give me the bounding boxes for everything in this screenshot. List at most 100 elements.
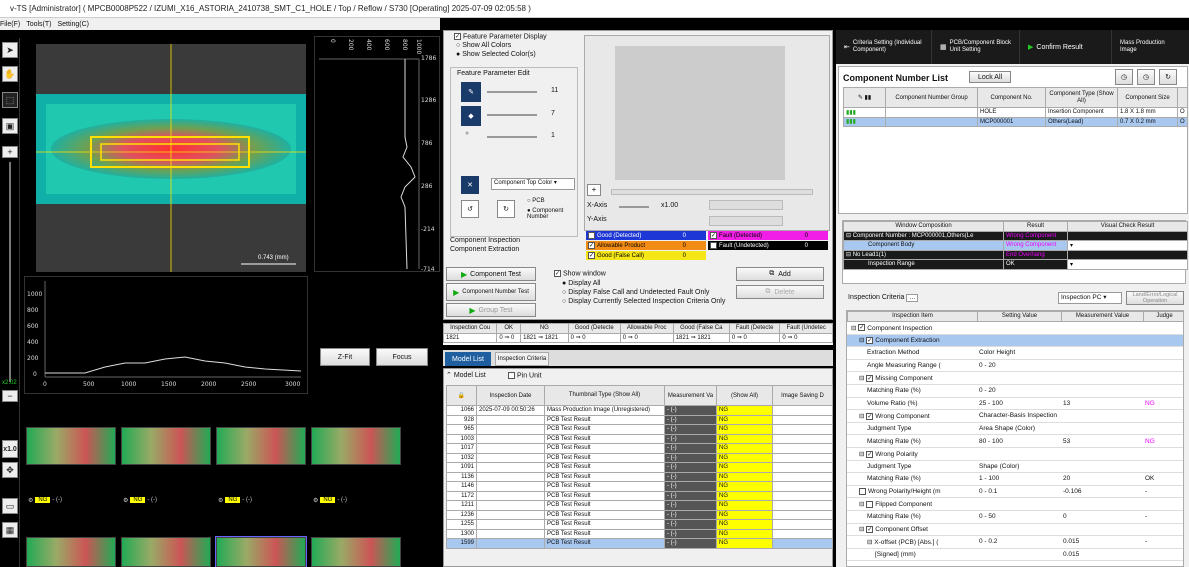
pointer-icon[interactable]: ➤ [2,42,18,58]
col-image-saving[interactable]: Image Saving D [772,385,833,406]
zoom-out-icon[interactable]: − [2,390,18,402]
criteria-row[interactable]: ⊟ ✓ Wrong Component Character-Basis Inspec… [847,409,1183,423]
eraser-icon[interactable]: ◆ [461,106,481,126]
criteria-row[interactable]: ⊟ X-offset (PCB) [Abs.] (0 - 0.2 0.015- [847,535,1183,549]
criteria-row[interactable]: Extraction Method Color Height [847,346,1183,360]
criteria-row[interactable]: [Signed] (mm) 0.015 [847,548,1183,562]
table-row[interactable]: 1300 PCB Test Result - (-) NG [446,528,833,539]
table-row[interactable]: ⊟ Component Number : MCP000001,Others(Le… [843,230,1188,241]
criteria-row[interactable]: Wrong Polarity/Height (m 0 - 0.1 -0.106- [847,485,1183,499]
show-all-radio[interactable]: ○ Show All Colors [456,42,511,49]
criteria-checkbox[interactable]: ✓ [866,450,874,458]
thumbnail[interactable] [26,427,116,465]
inspection-image[interactable]: 0.743 (mm) [36,44,306,272]
slider-2[interactable] [487,114,537,116]
block-unit-button[interactable]: ▦ PCB/Component Block Unit Setting [932,30,1020,64]
x-scroll[interactable] [611,189,813,195]
criteria-checkbox[interactable]: ✓ [858,324,866,332]
criteria-row[interactable]: ⊟ ✓ Component Extraction [847,334,1183,348]
table-row[interactable]: ▮▮▮ HOLE Insertion Component 1.8 X 1.8 m… [843,107,1188,118]
pen-icon[interactable]: ✎ [461,82,481,102]
setting-value[interactable]: 80 - 100 [977,434,1061,448]
setting-value[interactable]: 25 - 100 [977,397,1061,411]
table-row[interactable]: 1211 PCB Test Result - (-) NG [446,500,833,511]
lock-all-button[interactable]: Lock All [969,71,1011,83]
criteria-row[interactable]: Judgment Type Shape (Color) [847,460,1183,474]
table-row[interactable]: 1136 PCB Test Result - (-) NG [446,471,833,482]
criteria-checkbox[interactable]: ✓ [866,526,874,534]
slider-1[interactable] [487,91,537,93]
table-row[interactable]: Component Body Wrong Component ▾ [843,240,1188,251]
zoom-reset-button[interactable]: x1.0 [2,440,18,458]
history-icon[interactable]: ◷ [1137,69,1155,85]
window-icon[interactable]: ▣ [2,118,18,134]
display-current-radio[interactable]: ○ Display Currently Selected Inspection … [562,298,725,305]
col-comp-type[interactable]: Component Type (Show All) [1045,87,1118,108]
expand-icon[interactable]: ⊟ [851,325,858,332]
setting-value[interactable]: 0 - 0.1 [977,485,1061,499]
setting-value[interactable] [977,321,1061,335]
criteria-row[interactable]: ⊟ ✓ Missing Component [847,371,1183,385]
redo-icon[interactable]: ↻ [497,200,515,218]
tab-model-list[interactable]: Model List [445,352,491,366]
clear-icon[interactable]: ✕ [461,176,479,194]
display-false-radio[interactable]: ○ Display False Call and Undetected Faul… [562,289,709,296]
setting-value[interactable] [977,334,1061,348]
display-all-radio[interactable]: ● Display All [562,280,600,287]
table-row[interactable]: 1032 PCB Test Result - (-) NG [446,452,833,463]
criteria-row[interactable]: Matching Rate (%) 1 - 100 20 OK [847,472,1183,486]
component-test-button[interactable]: ▶ Component Test [446,267,536,281]
thumbnail[interactable] [311,537,401,567]
expand-icon[interactable]: ⊟ [859,413,866,420]
col-measurement[interactable]: Measurement Va [664,385,717,406]
inspection-pc-select[interactable]: Inspection PC ▾ [1058,292,1122,304]
table-row[interactable]: 1017 PCB Test Result - (-) NG [446,443,833,454]
add-point-icon[interactable]: + [587,184,601,196]
col-comp-group[interactable]: Component Number Group [885,87,978,108]
feature-display-check[interactable]: ✓ Feature Parameter Display [454,33,547,40]
refresh-icon[interactable]: ↻ [1159,69,1177,85]
show-selected-radio[interactable]: ● Show Selected Color(s) [456,51,536,58]
criteria-row[interactable]: ⊟ ✓ Component Inspection [847,321,1183,335]
col-comp-size[interactable]: Component Size [1117,87,1178,108]
pin-unit-check[interactable]: Pin Unit [508,372,542,379]
table-row[interactable]: 1066 2025-07-09 00:50:26 Mass Production I… [446,405,833,416]
table-row[interactable]: ⊟ No Lead1(1) End Overhang [843,249,1188,260]
setting-value[interactable] [977,523,1061,537]
move-icon[interactable]: ✥ [2,462,18,478]
setting-value[interactable]: Character-Basis Inspection [977,409,1061,423]
col-result[interactable]: (Show All) [716,385,773,406]
visual-select[interactable]: ▾ [1067,259,1188,270]
criteria-row[interactable]: ⊟ ✓ Wrong Polarity [847,447,1183,461]
criteria-row[interactable]: Volume Ratio (%) 25 - 100 13 NG [847,397,1183,411]
setting-value[interactable]: 0 - 50 [977,510,1061,524]
table-row[interactable]: ▮▮▮ MCP000001 Others(Lead) 0.7 X 0.2 mm … [843,116,1188,127]
delete-button[interactable]: ⧉ Delete [736,285,824,299]
show-window-check[interactable]: ✓ Show window [554,270,606,277]
tab-inspection-criteria[interactable]: Inspection Criteria [495,352,549,366]
table-row[interactable]: Inspection Range OK ▾ [843,259,1188,270]
setting-value[interactable]: 1 - 100 [977,472,1061,486]
color-select[interactable]: Component Top Color ▾ [491,178,575,190]
table-row[interactable]: 1236 PCB Test Result - (-) NG [446,509,833,520]
visual-select[interactable]: ▾ [1067,240,1188,251]
expand-icon[interactable]: ⊟ [859,337,866,344]
component-number-test-button[interactable]: ▶ Component Number Test [446,283,536,301]
criteria-checkbox[interactable] [859,487,866,495]
criteria-row[interactable]: Judgment Type Area Shape (Color) [847,422,1183,436]
criteria-row[interactable]: Matching Rate (%) 0 - 20 [847,384,1183,398]
select-region-icon[interactable]: ⬚ [2,92,18,108]
thumbnail[interactable] [121,537,211,567]
land-error-button[interactable]: Land/Error/Logical Operation [1126,291,1184,305]
model-list-collapse[interactable]: ⌃ Model List [446,371,486,379]
table-row[interactable]: 1255 PCB Test Result - (-) NG [446,519,833,530]
x-axis-slider[interactable] [619,206,649,208]
edit-icon[interactable]: ✎ ▮▮ [843,87,886,108]
table-row[interactable]: 1091 PCB Test Result - (-) NG [446,462,833,473]
component-number-radio[interactable]: ● Component Number [527,208,577,220]
expand-icon[interactable]: ⊟ [859,501,866,508]
criteria-setting-button[interactable]: ⇤ Criteria Setting (Individual Component) [836,30,932,64]
setting-value[interactable]: Color Height [977,346,1061,360]
pcb-radio[interactable]: ○ PCB [527,198,545,204]
hand-icon[interactable]: ✋ [2,66,18,82]
